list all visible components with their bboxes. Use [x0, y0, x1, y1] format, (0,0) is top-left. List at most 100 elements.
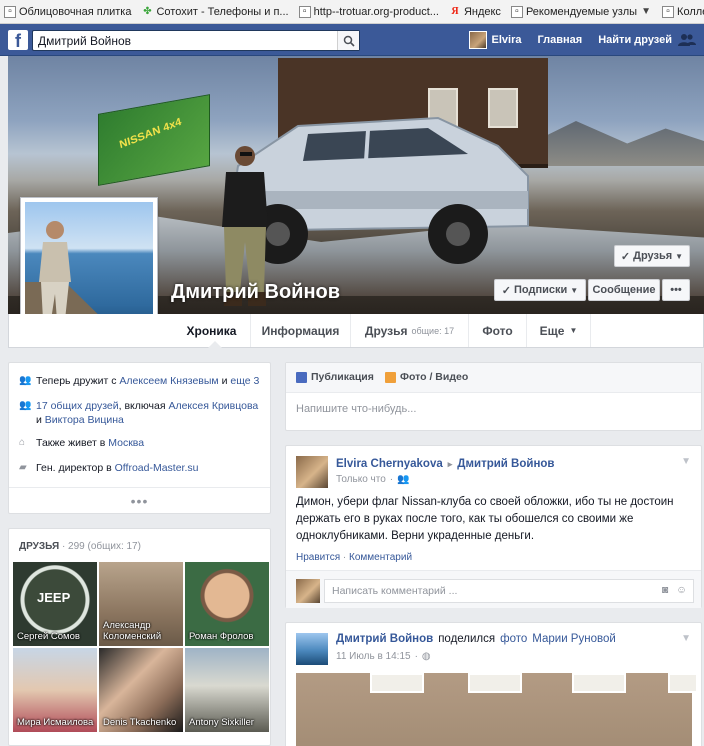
- work-link[interactable]: Offroad-Master.su: [115, 462, 199, 474]
- bookmark-item[interactable]: ✤ Сотохит - Телефоны и п...: [141, 6, 288, 18]
- intro-card: 👥 Теперь дружит с Алексеем Князевым и ещ…: [8, 362, 271, 514]
- globe-icon: ◍: [421, 651, 431, 662]
- friends-icon: 👥: [19, 400, 32, 411]
- message-button[interactable]: Сообщение: [588, 279, 660, 301]
- author-link[interactable]: Дмитрий Войнов: [336, 633, 433, 645]
- friend-tile[interactable]: Мира Исмаилова: [13, 648, 97, 732]
- more-friends-link[interactable]: еще 3: [230, 375, 259, 387]
- composer-tabs: Публикация Фото / Видео: [286, 363, 701, 393]
- camera-icon[interactable]: ◙: [662, 584, 668, 596]
- target-link[interactable]: Дмитрий Войнов: [457, 458, 554, 470]
- friends-icon: 👥: [19, 375, 32, 386]
- friend-link[interactable]: Виктора Вицина: [45, 414, 124, 426]
- comment-input[interactable]: Написать комментарий ... ◙ ☺: [324, 579, 694, 603]
- city-link[interactable]: Москва: [108, 437, 144, 449]
- avatar: [468, 31, 487, 49]
- subscriptions-button[interactable]: ✓ Подписки ▼: [494, 279, 586, 301]
- post-options-icon[interactable]: ▼: [681, 456, 691, 467]
- active-tab-indicator: [208, 341, 222, 348]
- tab-publication[interactable]: Публикация: [296, 371, 374, 383]
- check-icon: ✓: [620, 250, 631, 263]
- facebook-top-bar: f Elvira Главная Найти друзей: [0, 24, 704, 56]
- bookmark-item[interactable]: Я Яндекс: [449, 6, 501, 18]
- post-meta: Только что · 👥: [336, 474, 410, 485]
- avatar: [296, 579, 320, 603]
- friend-link[interactable]: Алексея Кривцова: [168, 400, 258, 412]
- chevron-down-icon: ▼: [569, 326, 578, 335]
- profile-link[interactable]: Elvira: [468, 31, 521, 49]
- chevron-down-icon: ▼: [675, 251, 684, 261]
- profile-picture-image: [25, 202, 153, 331]
- bookmark-item[interactable]: ▫ http--trotuar.org-product...: [298, 5, 439, 18]
- intro-row-work: ▰ Ген. директор в Offroad-Master.su: [19, 462, 199, 474]
- friends-privacy-icon: 👥: [397, 474, 410, 485]
- page-icon: ▫: [510, 5, 523, 18]
- post-text: Димон, убери флаг Nissan-клуба со своей …: [296, 496, 674, 542]
- friend-tile[interactable]: Александр Коломенский: [99, 562, 183, 646]
- find-friends-link[interactable]: Найти друзей: [598, 34, 672, 46]
- owner-link[interactable]: Марии Руновой: [532, 633, 616, 645]
- friend-tile[interactable]: Роман Фролов: [185, 562, 269, 646]
- briefcase-icon: ▰: [19, 462, 27, 473]
- profile-tabs: Хроника Информация Друзья общие: 17 Фото …: [8, 314, 704, 348]
- profile-name[interactable]: Дмитрий Войнов: [171, 281, 340, 304]
- tab-info[interactable]: Информация: [251, 314, 351, 347]
- post-actions: Нравится · Комментарий: [296, 552, 413, 563]
- like-link[interactable]: Нравится: [296, 552, 340, 563]
- avatar[interactable]: [296, 456, 328, 488]
- home-link[interactable]: Главная: [537, 34, 582, 46]
- leaf-icon: ✤: [143, 5, 152, 17]
- friend-tile[interactable]: Denis Tkachenko: [99, 648, 183, 732]
- home-icon: ⌂: [19, 437, 26, 448]
- emoji-icon[interactable]: ☺: [676, 584, 687, 596]
- photo-link[interactable]: фото: [500, 633, 527, 645]
- post: Дмитрий Войнов поделился фото Марии Руно…: [285, 622, 702, 746]
- friends-card-header[interactable]: Друзья · 299 (общих: 17): [19, 541, 141, 552]
- intro-row-friends-with: 👥 Теперь дружит с Алексеем Князевым и ещ…: [19, 375, 260, 387]
- check-icon: ✓: [501, 284, 512, 297]
- post-time[interactable]: Только что: [336, 474, 386, 485]
- avatar[interactable]: [296, 633, 328, 665]
- tab-photos[interactable]: Фото: [469, 314, 527, 347]
- tab-friends[interactable]: Друзья общие: 17: [351, 314, 469, 347]
- search-box: [32, 30, 360, 51]
- post-time[interactable]: 11 Июль в 14:15: [336, 651, 411, 662]
- photo-icon: [385, 371, 396, 383]
- chevron-down-icon: ▼: [641, 5, 651, 17]
- facebook-logo[interactable]: f: [8, 30, 28, 50]
- intro-row-lives-in: ⌂ Также живет в Москва: [19, 437, 145, 449]
- intro-row-mutual-friends: 👥 17 общих друзей, включая Алексея Кривц…: [19, 400, 259, 426]
- page-icon: ▫: [4, 5, 16, 18]
- arrow-icon: ▸: [447, 458, 453, 469]
- post-author: Elvira Chernyakova ▸ Дмитрий Войнов: [336, 458, 555, 470]
- cover-flag: NISSAN 4x4: [98, 94, 210, 186]
- mutual-friends-link[interactable]: 17 общих друзей: [36, 400, 119, 412]
- chevron-down-icon: ▼: [570, 285, 579, 295]
- search-input[interactable]: [33, 31, 337, 50]
- friend-link[interactable]: Алексеем Князевым: [119, 375, 218, 387]
- friend-tile[interactable]: Antony Sixkiller: [185, 648, 269, 732]
- post-options-icon[interactable]: ▼: [681, 633, 691, 644]
- author-link[interactable]: Elvira Chernyakova: [336, 458, 443, 470]
- more-options-button[interactable]: •••: [662, 279, 690, 301]
- bookmark-item[interactable]: ▫Коллекция веб-фрагм...: [662, 5, 704, 18]
- friend-requests-icon[interactable]: [678, 32, 696, 48]
- intro-more-button[interactable]: •••: [9, 487, 270, 514]
- page-icon: ▫: [298, 5, 311, 18]
- friends-card: Друзья · 299 (общих: 17) JEEP Сергей Сом…: [8, 528, 271, 746]
- post-photo[interactable]: [296, 673, 698, 746]
- post-meta: 11 Июль в 14:15 · ◍: [336, 651, 431, 662]
- top-nav: Elvira Главная Найти друзей: [468, 24, 672, 56]
- status-input[interactable]: Напишите что-нибудь...: [296, 403, 416, 415]
- comment-link[interactable]: Комментарий: [349, 552, 412, 563]
- friend-tile[interactable]: JEEP Сергей Сомов: [13, 562, 97, 646]
- jeep-logo-text: JEEP: [37, 590, 71, 605]
- bookmarks-bar: ▫ Облицовочная плитка ✤ Сотохит - Телефоны…: [0, 0, 704, 24]
- tab-more[interactable]: Еще ▼: [527, 314, 591, 347]
- tab-photo-video[interactable]: Фото / Видео: [385, 371, 468, 383]
- page-icon: ▫: [662, 5, 675, 18]
- friends-button[interactable]: ✓ Друзья ▼: [614, 245, 690, 267]
- search-button[interactable]: [337, 31, 359, 50]
- bookmark-item[interactable]: ▫ Облицовочная плитка: [4, 5, 131, 18]
- bookmark-item[interactable]: ▫ Рекомендуемые узлы ▼: [510, 5, 652, 18]
